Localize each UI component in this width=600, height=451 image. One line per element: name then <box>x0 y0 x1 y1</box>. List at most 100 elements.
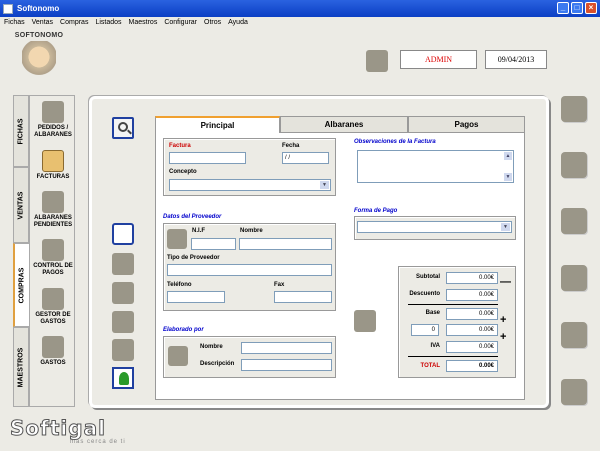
right-button-3[interactable] <box>561 208 587 234</box>
action-button-3[interactable] <box>112 282 134 304</box>
concepto-label: Concepto <box>169 169 197 175</box>
menu-listados[interactable]: Listados <box>95 19 121 26</box>
subtotal-value: 0.00€ <box>446 272 498 284</box>
tipo-input[interactable] <box>167 264 332 276</box>
search-button[interactable] <box>112 117 134 139</box>
factura-input[interactable] <box>169 152 246 164</box>
pct-value: 0.00€ <box>446 324 498 336</box>
forma-pago-select[interactable]: ▼ <box>357 221 512 233</box>
tipo-label: Tipo de Proveedor <box>167 255 220 261</box>
gestor-icon <box>42 288 64 310</box>
minus-sign: — <box>500 276 511 288</box>
side-item-gastos[interactable]: GASTOS <box>30 336 76 367</box>
right-button-4[interactable] <box>561 265 587 291</box>
menu-ventas[interactable]: Ventas <box>32 19 53 26</box>
fecha-input[interactable]: / / <box>282 152 329 164</box>
total-label: TOTAL <box>420 363 440 369</box>
right-button-2[interactable] <box>561 152 587 178</box>
user-icon[interactable] <box>366 50 388 72</box>
chevron-down-icon: ▼ <box>320 181 329 189</box>
proveedor-title: Datos del Proveedor <box>163 214 222 220</box>
scroll-up-icon[interactable]: ▲ <box>504 152 512 160</box>
menu-maestros[interactable]: Maestros <box>129 19 158 26</box>
elaborado-title: Elaborado por <box>163 327 204 333</box>
subtotal-label: Subtotal <box>416 274 440 280</box>
menu-fichas[interactable]: Fichas <box>4 19 25 26</box>
elaborado-icon[interactable] <box>168 346 188 366</box>
action-button-4[interactable] <box>112 311 134 333</box>
side-item-albaranes-pendientes[interactable]: ALBARANES PENDIENTES <box>30 191 76 229</box>
tab-strip: Principal Albaranes Pagos <box>155 116 525 133</box>
side-item-facturas[interactable]: FACTURAS <box>30 150 76 181</box>
forma-pago-label: Forma de Pago <box>354 208 398 214</box>
softonomo-logo: SOFTONOMO <box>14 32 64 88</box>
descuento-pct-input[interactable]: 0 <box>411 324 439 336</box>
total-value: 0.00€ <box>446 360 498 372</box>
iva-value: 0.00€ <box>446 341 498 353</box>
side-item-control-pagos[interactable]: CONTROL DE PAGOS <box>30 239 76 277</box>
mascot-icon <box>22 41 56 81</box>
nombre-label: Nombre <box>240 228 263 234</box>
chevron-down-icon: ▼ <box>501 223 510 231</box>
tab-principal[interactable]: Principal <box>155 116 280 133</box>
right-button-5[interactable] <box>561 322 587 348</box>
elaborado-nombre-input[interactable] <box>241 342 332 354</box>
minimize-button[interactable]: _ <box>557 2 569 14</box>
side-item-pedidos[interactable]: PEDIDOS / ALBARANES <box>30 101 76 139</box>
right-button-1[interactable] <box>561 96 587 122</box>
maximize-button[interactable]: □ <box>571 2 583 14</box>
nif-input[interactable] <box>191 238 236 250</box>
logo-text: SOFTONOMO <box>14 32 64 39</box>
current-user: ADMIN <box>400 50 477 69</box>
running-man-icon <box>119 372 129 385</box>
action-button-5[interactable] <box>112 339 134 361</box>
descuento-label: Descuento <box>409 291 440 297</box>
softigal-tagline: más cerca de ti <box>70 439 126 445</box>
concepto-select[interactable]: ▼ <box>169 179 331 191</box>
pagos-icon <box>42 239 64 261</box>
menu-otros[interactable]: Otros <box>204 19 221 26</box>
app-icon <box>3 3 13 14</box>
window-title: Softonomo <box>17 4 60 13</box>
tab-ventas[interactable]: VENTAS <box>13 167 29 243</box>
descuento-value[interactable]: 0.00€ <box>446 289 498 301</box>
current-date: 09/04/2013 <box>485 50 547 69</box>
iva-label: IVA <box>430 343 440 349</box>
plus-sign: + <box>500 331 507 343</box>
tab-albaranes[interactable]: Albaranes <box>280 116 408 133</box>
nombre-input[interactable] <box>239 238 332 250</box>
elaborado-descripcion-input[interactable] <box>241 359 332 371</box>
gastos-icon <box>42 336 64 358</box>
tab-maestros[interactable]: MAESTROS <box>13 327 29 407</box>
right-button-6[interactable] <box>561 379 587 405</box>
action-button-2[interactable] <box>112 253 134 275</box>
plus-sign: + <box>500 314 507 326</box>
fax-input[interactable] <box>274 291 332 303</box>
menu-bar: Fichas Ventas Compras Listados Maestros … <box>0 17 600 28</box>
nif-label: N.I.F <box>192 228 205 234</box>
new-document-button[interactable] <box>112 223 134 245</box>
title-bar: Softonomo _ □ × <box>0 0 600 17</box>
softigal-logo: Softigal <box>10 416 106 441</box>
observaciones-textarea[interactable]: ▲ ▼ <box>357 150 514 183</box>
base-label: Base <box>425 310 440 316</box>
exit-button[interactable] <box>112 367 134 389</box>
menu-configurar[interactable]: Configurar <box>164 19 197 26</box>
elaborado-nombre-label: Nombre <box>200 344 223 350</box>
tab-pagos[interactable]: Pagos <box>408 116 525 133</box>
albaranes-icon <box>42 191 64 213</box>
scroll-down-icon[interactable]: ▼ <box>504 173 512 181</box>
pedidos-icon <box>42 101 64 123</box>
side-item-gestor-gastos[interactable]: GESTOR DE GASTOS <box>30 288 76 326</box>
factura-label: Factura <box>169 143 191 149</box>
menu-ayuda[interactable]: Ayuda <box>228 19 248 26</box>
proveedor-icon[interactable] <box>167 229 187 249</box>
close-button[interactable]: × <box>585 2 597 14</box>
tab-fichas[interactable]: FICHAS <box>13 95 29 167</box>
calculator-button[interactable] <box>354 310 376 332</box>
fecha-label: Fecha <box>282 143 300 149</box>
tab-compras[interactable]: COMPRAS <box>13 243 29 327</box>
menu-compras[interactable]: Compras <box>60 19 88 26</box>
telefono-input[interactable] <box>167 291 225 303</box>
side-tabs: FICHAS VENTAS COMPRAS MAESTROS <box>13 95 29 407</box>
